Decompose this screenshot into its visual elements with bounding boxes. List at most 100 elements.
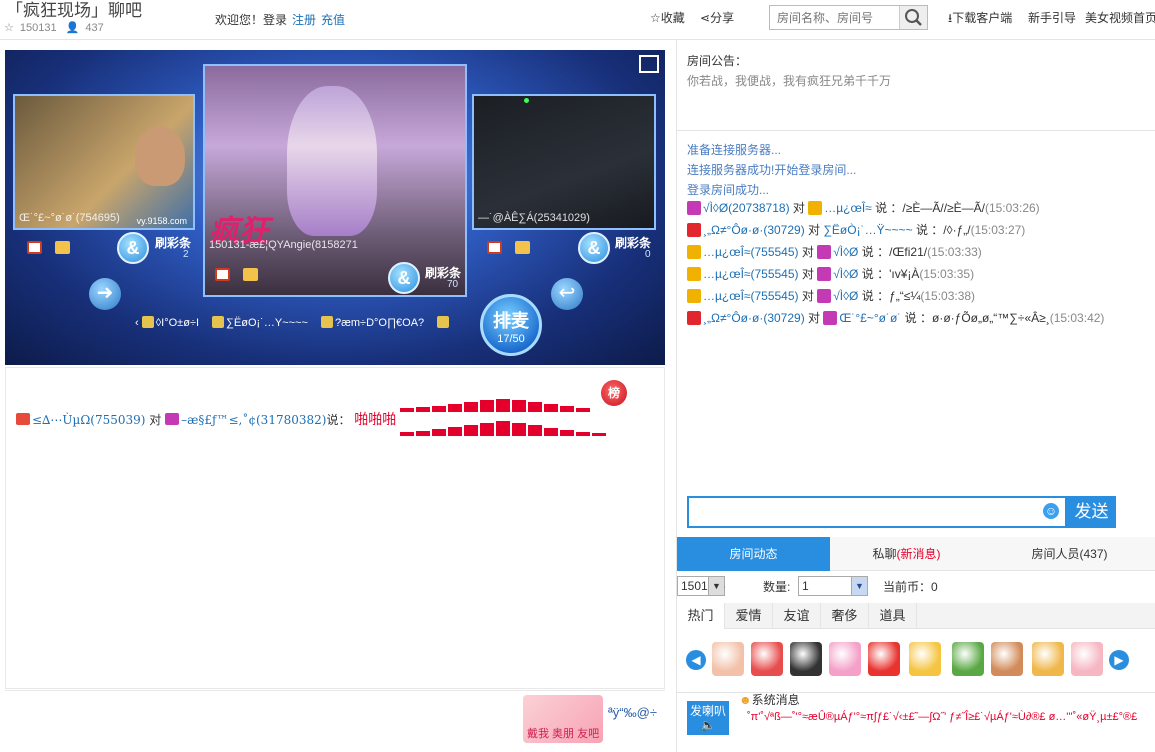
gift-prev-arrow-icon[interactable]: ◀	[686, 650, 706, 670]
crown-icon	[823, 311, 838, 325]
online-count: 437	[85, 22, 104, 34]
gift-item[interactable]	[868, 642, 900, 676]
register-link[interactable]: 注册	[292, 13, 316, 27]
top-bar: 「疯狂现场」聊吧 ☆ 150131 👤 437 欢迎您！登录 注册 充值 ☆收藏 ⋖分享…	[0, 0, 1155, 40]
gift-item[interactable]	[829, 642, 861, 676]
gift-item[interactable]	[790, 642, 822, 676]
queue-left-chevron-icon[interactable]: ‹	[135, 317, 139, 329]
gift-row: ◀ ▶	[677, 642, 1155, 682]
chat-bubble-icon[interactable]	[55, 241, 70, 254]
gift-tab-props[interactable]: 道具	[869, 603, 917, 629]
chat-from[interactable]: ¸„Ω≠°Ôø·ø·(30729)	[703, 311, 805, 325]
download-client-link[interactable]: ⭳下载客户端	[948, 9, 1012, 30]
center-cam-bar	[211, 262, 461, 290]
recharge-link[interactable]: 充值	[321, 13, 345, 27]
gift-item[interactable]	[991, 642, 1023, 676]
video-home-link[interactable]: 美女视频首页	[1085, 9, 1155, 26]
queue-item-name: ∑ËøO¡˙…Y~~~~	[226, 317, 308, 329]
home-icon[interactable]	[215, 268, 230, 281]
emoji-icon[interactable]: ☺	[1043, 503, 1059, 519]
search-button[interactable]	[899, 6, 927, 29]
mic-queue: ‹ ◊I°O±ø÷I ∑ËøO¡˙…Y~~~~ ?æm÷D°O∏€OA?	[135, 316, 475, 340]
mic-rank-button[interactable]: 排麦 17/50	[480, 294, 542, 356]
gift-target-select[interactable]: 150131- ▼	[677, 576, 725, 596]
horn-button[interactable]: 发喇叭 🔈	[687, 701, 729, 735]
chat-bubble-icon[interactable]	[515, 241, 530, 254]
gift-next-arrow-icon[interactable]: ▶	[1109, 650, 1129, 670]
home-icon[interactable]	[27, 241, 42, 254]
private-chat-label: 私聊	[872, 547, 897, 561]
system-line: 连接服务器成功!开始登录房间...	[687, 163, 857, 177]
share-label: 分享	[710, 11, 735, 25]
ad-text[interactable]: ªÿ“‰@÷	[608, 705, 657, 720]
sender-name[interactable]: ≤∆⋯ÙµΩ(755039)	[32, 413, 145, 427]
gift-item[interactable]	[1071, 642, 1103, 676]
chat-text: 说 ：'ıv¥¡À	[861, 267, 920, 281]
favorite-button[interactable]: ☆收藏	[650, 9, 685, 26]
chat-to[interactable]: √Ì◊Ø	[833, 289, 858, 303]
gift-category-tabs: 热门 爱情 友谊 奢侈 道具	[677, 603, 1155, 629]
system-message-title: ☻系统消息	[739, 691, 800, 708]
gift-tab-friendship[interactable]: 友谊	[773, 603, 821, 629]
said-word: 说：	[326, 413, 351, 427]
prev-arrow-icon[interactable]: ➜	[89, 278, 121, 310]
search-box	[769, 5, 928, 30]
right-flower-count: 0	[645, 249, 651, 260]
queue-item[interactable]: ◊I°O±ø÷I	[141, 316, 200, 329]
right-panel: 房间公告： 你若战，我便战，我有疯狂兄弟千千万 准备连接服务器... 连接服务器…	[676, 40, 1155, 752]
chevron-down-icon: ▼	[708, 577, 724, 595]
chat-to[interactable]: …µ¿œÎ≈	[824, 201, 872, 215]
chat-to[interactable]: √Ì◊Ø	[833, 267, 858, 281]
horn-bar: 发喇叭 🔈 ☻系统消息 ˚π'˚√ªß—˚'°≈æÛ®µÁƒ'°≈π∫ƒ£˙√‹…	[677, 692, 1155, 748]
tab-room-members[interactable]: 房间人员(437)	[983, 537, 1155, 571]
ad-banner[interactable]: 戴我 奥朋 友吧	[523, 695, 603, 743]
queue-item[interactable]: ?æm÷D°O∏€OA?	[320, 316, 424, 329]
gift-item[interactable]	[751, 642, 783, 676]
gift-tab-hot[interactable]: 热门	[677, 603, 725, 629]
send-button[interactable]: 发送	[1067, 496, 1116, 528]
tab-room-activity[interactable]: 房间动态	[677, 537, 830, 571]
crown-icon	[687, 289, 701, 303]
left-video[interactable]: Œ˙°£~°ø˙ø˙(754695) vy.9158.com	[13, 94, 195, 230]
chat-bubble-icon[interactable]	[243, 268, 258, 281]
next-arrow-icon[interactable]: ↩	[551, 278, 583, 310]
gift-item[interactable]	[909, 642, 941, 676]
gift-tab-love[interactable]: 爱情	[725, 603, 773, 629]
gift-item[interactable]	[1032, 642, 1064, 676]
queue-item[interactable]: ∑ËøO¡˙…Y~~~~	[212, 316, 308, 329]
gift-item[interactable]	[712, 642, 744, 676]
share-button[interactable]: ⋖分享	[700, 9, 734, 26]
center-flower-button[interactable]: &	[388, 262, 420, 294]
vip-icon	[687, 311, 701, 325]
chat-to[interactable]: ∑ËøÒ¡˙…Ÿ~~~~	[823, 223, 912, 237]
notice-title: 房间公告：	[687, 54, 748, 68]
chat-from[interactable]: √Ì◊Ø(20738718)	[703, 201, 790, 215]
welcome-login-link[interactable]: 欢迎您！登录	[215, 13, 287, 27]
receiver-name[interactable]: –æ§£ƒ™≤,˚¢(31780382)	[181, 413, 326, 427]
chat-from[interactable]: ¸„Ω≠°Ôø·ø·(30729)	[703, 223, 805, 237]
chat-from[interactable]: …µ¿œÎ≈(755545)	[703, 245, 799, 259]
divider	[677, 130, 1155, 131]
quantity-select[interactable]: 1 ▼	[798, 576, 868, 596]
chat-from[interactable]: …µ¿œÎ≈(755545)	[703, 289, 799, 303]
guide-link[interactable]: 新手引导	[1028, 9, 1076, 26]
chat-input[interactable]: ☺	[687, 496, 1067, 528]
right-video[interactable]: —˙@ÀÊ∑Á(25341029)	[472, 94, 656, 230]
chat-to[interactable]: Œ˙°£~°ø˙ø˙	[839, 311, 901, 325]
queue-item-name: ◊I°O±ø÷I	[155, 317, 200, 329]
crown-icon	[687, 201, 701, 215]
gift-item[interactable]	[952, 642, 984, 676]
home-icon[interactable]	[487, 241, 502, 254]
right-flower-button[interactable]: &	[578, 232, 610, 264]
tab-private-chat[interactable]: 私聊(新消息)	[830, 537, 983, 571]
left-flower-button[interactable]: &	[117, 232, 149, 264]
gift-tab-luxury[interactable]: 奢侈	[821, 603, 869, 629]
ranking-badge[interactable]: 榜	[601, 380, 627, 406]
chat-from[interactable]: …µ¿œÎ≈(755545)	[703, 267, 799, 281]
star-outline-icon: ☆	[650, 11, 661, 25]
system-message-body: ˚π'˚√ªß—˚'°≈æÛ®µÁƒ'°≈π∫ƒ£˙√‹±£˜—∫Ω˝' ƒ≠˝…	[747, 711, 1138, 723]
coins-label: 当前币：0	[883, 580, 938, 594]
fullscreen-icon[interactable]	[639, 55, 659, 73]
chat-to[interactable]: √Ì◊Ø	[833, 245, 858, 259]
search-input[interactable]	[770, 6, 898, 29]
